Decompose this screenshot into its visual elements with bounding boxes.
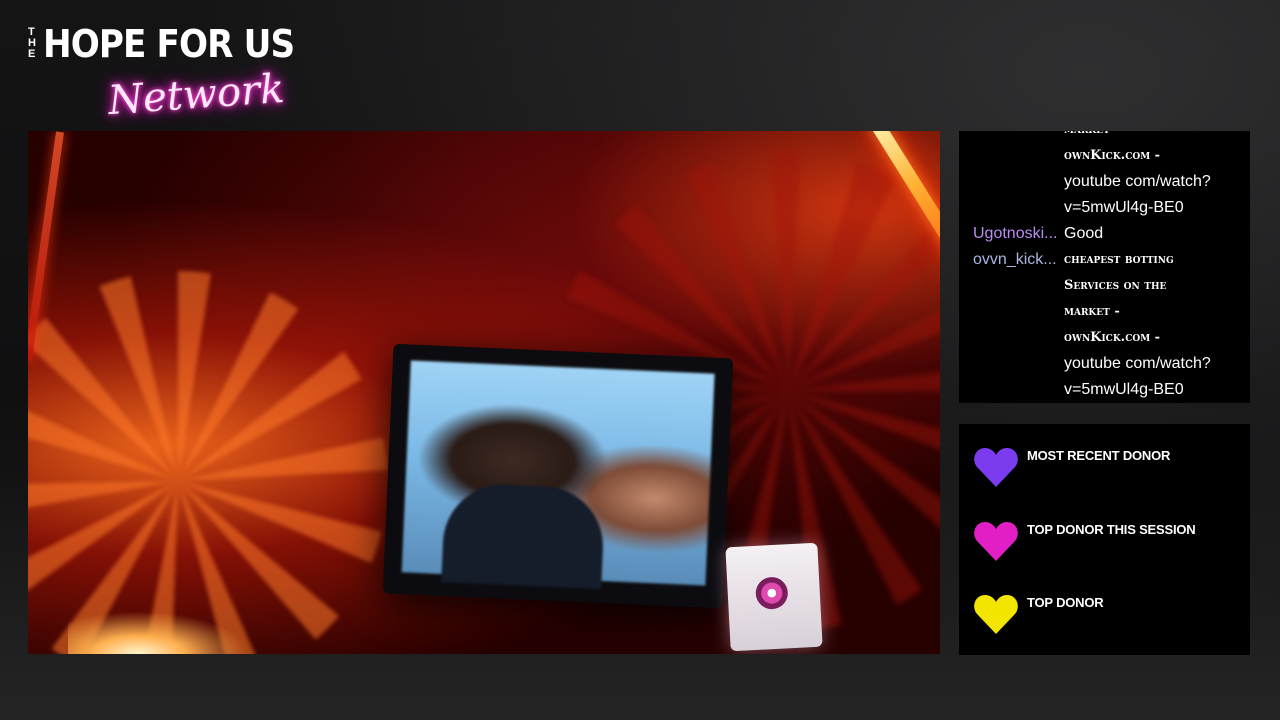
donor-label: TOP DONOR THIS SESSION xyxy=(1027,522,1196,537)
chat-username[interactable]: ovvn_kick... xyxy=(959,247,1064,273)
chat-message: ovvn_kick... cheapest botting Services on … xyxy=(959,247,1250,403)
stream-overlay: THE HOPE FOR US Network market ownKick.co… xyxy=(0,0,1280,720)
chat-message-text: cheapest botting Services on the market - o… xyxy=(1064,247,1244,403)
logo-the-text: THE xyxy=(28,26,36,60)
chat-message: Ugotnoski... Good xyxy=(959,221,1250,247)
donor-label: MOST RECENT DONOR xyxy=(1027,448,1171,463)
chat-message-text: market ownKick.com - youtube com/watch? v=5… xyxy=(1064,131,1244,221)
logo-title: HOPE FOR US xyxy=(43,22,295,66)
chat-message-line: v=5mwUl4g-BE0 xyxy=(1064,199,1184,216)
chat-message-line: Good xyxy=(1064,225,1104,242)
donor-row-most-recent: MOST RECENT DONOR xyxy=(973,446,1170,488)
video-phone xyxy=(725,542,823,652)
video-monitor xyxy=(382,343,734,609)
chat-message-line: Services on the xyxy=(1064,278,1167,293)
chat-message-line: youtube com/watch? xyxy=(1064,355,1211,372)
chat-username[interactable]: Ugotnoski... xyxy=(959,221,1064,247)
donor-row-top-donor: TOP DONOR xyxy=(973,593,1104,635)
video-candles xyxy=(68,604,268,654)
chat-message-line: v=5mwUl4g-BE0 xyxy=(1064,381,1184,398)
heart-icon xyxy=(974,595,1018,634)
video-feed[interactable] xyxy=(28,131,940,654)
donor-row-top-session: TOP DONOR THIS SESSION xyxy=(973,520,1196,562)
chat-message-line: ownKick.com - xyxy=(1064,330,1161,345)
network-logo: THE HOPE FOR US Network xyxy=(28,22,298,125)
chat-message-line: market - xyxy=(1064,304,1120,319)
video-phone-logo xyxy=(754,576,789,610)
logo-neon-script: Network xyxy=(106,65,286,125)
chat-message: market ownKick.com - youtube com/watch? v=5… xyxy=(959,131,1250,221)
chat-message-line: youtube com/watch? xyxy=(1064,173,1211,190)
video-background-rays xyxy=(28,271,388,654)
video-monitor-figure xyxy=(441,482,606,589)
donor-label: TOP DONOR xyxy=(1027,595,1104,610)
video-monitor-screen xyxy=(401,360,715,589)
chat-message-line: market xyxy=(1064,131,1244,143)
heart-icon xyxy=(974,448,1018,487)
heart-icon xyxy=(974,522,1018,561)
chat-message-line: cheapest botting xyxy=(1064,252,1174,267)
chat-panel[interactable]: market ownKick.com - youtube com/watch? v=5… xyxy=(959,131,1250,403)
chat-message-list: market ownKick.com - youtube com/watch? v=5… xyxy=(959,131,1250,403)
chat-message-line: ownKick.com - xyxy=(1064,148,1161,163)
chat-message-text: Good xyxy=(1064,221,1244,247)
donor-panel: MOST RECENT DONOR TOP DONOR THIS SESSION… xyxy=(959,424,1250,655)
